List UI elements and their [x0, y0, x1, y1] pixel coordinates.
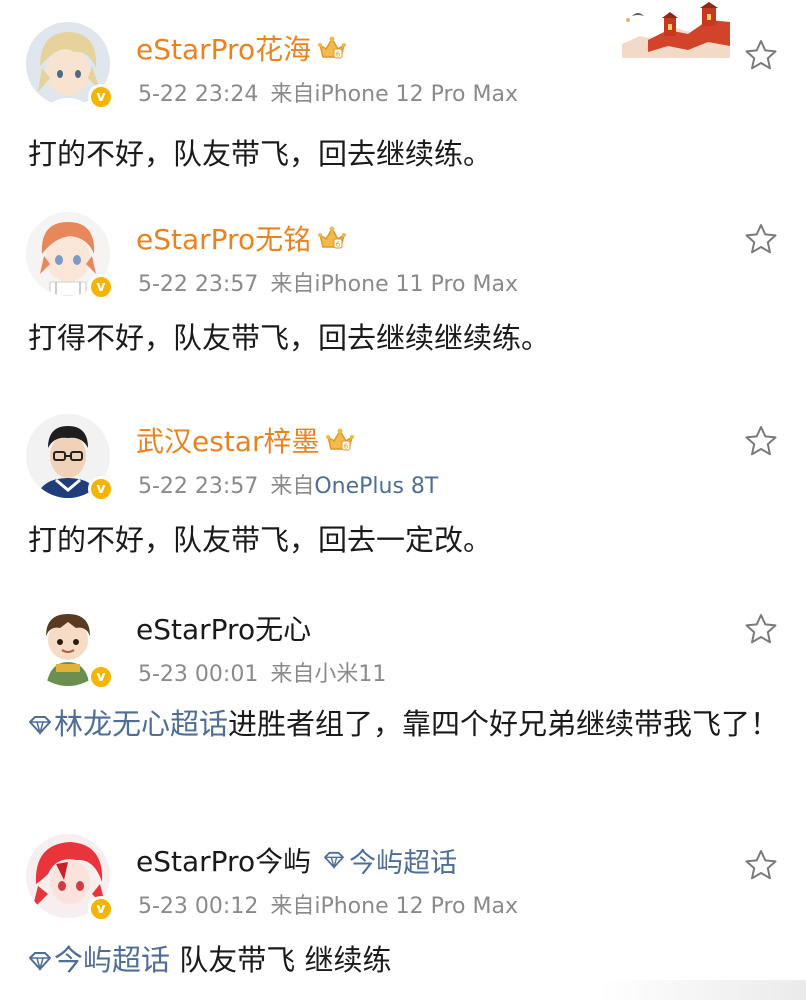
great-wall-banner-icon	[618, 0, 732, 58]
star-icon[interactable]	[744, 38, 778, 72]
post-meta: 5-22 23:57 来自iPhone 11 Pro Max	[138, 266, 518, 298]
post-meta: 5-22 23:57 来自OnePlus 8T	[138, 468, 438, 500]
avatar[interactable]: v	[26, 22, 114, 110]
source-label: 来自	[270, 662, 315, 687]
super-topic-link[interactable]: 林龙无心超话	[28, 707, 228, 741]
vip-crown-icon: 6	[326, 428, 355, 451]
source-label: 来自	[270, 894, 315, 919]
comment-body: 队友带飞 继续练	[170, 943, 392, 977]
super-topic-label: 今屿超话	[349, 847, 458, 879]
verified-badge-icon: v	[88, 896, 114, 922]
post-date: 5-22 23:57	[138, 474, 259, 499]
vip-crown-icon: 6	[318, 36, 347, 59]
username[interactable]: eStarPro无铭	[136, 218, 311, 258]
username[interactable]: eStarPro今屿	[136, 840, 311, 880]
post-date: 5-22 23:24	[138, 82, 259, 107]
avatar[interactable]: v	[26, 414, 114, 502]
comment-text: 打得不好，队友带飞，回去继续继续练。	[28, 321, 551, 355]
verified-badge-icon: v	[88, 274, 114, 300]
device-name: 小米11	[314, 662, 387, 687]
post-date: 5-23 00:12	[138, 894, 259, 919]
post-date: 5-22 23:57	[138, 272, 259, 297]
username[interactable]: 武汉estar梓墨	[136, 420, 319, 460]
avatar[interactable]: v	[26, 834, 114, 922]
username[interactable]: eStarPro无心	[136, 608, 311, 648]
comment-text: 林龙无心超话进胜者组了，靠四个好兄弟继续带我飞了！	[28, 702, 788, 746]
post-meta: 5-23 00:01 来自小米11	[138, 656, 386, 688]
vip-crown-icon: 6	[318, 226, 347, 249]
post-meta: 5-23 00:12 来自iPhone 12 Pro Max	[138, 888, 518, 920]
bottom-edge-shadow	[600, 980, 806, 1000]
svg-text:6: 6	[344, 443, 349, 451]
comment-body: 进胜者组了，靠四个好兄弟继续带我飞了！	[228, 707, 780, 741]
device-name: iPhone 11 Pro Max	[314, 272, 518, 297]
diamond-topic-icon	[29, 716, 51, 735]
super-topic-label: 林龙无心超话	[54, 707, 229, 741]
avatar[interactable]: v	[26, 602, 114, 690]
svg-text:6: 6	[336, 241, 341, 249]
verified-badge-icon: v	[88, 84, 114, 110]
name-super-topic-link[interactable]: 今屿超话	[323, 841, 457, 880]
diamond-topic-icon	[29, 952, 51, 971]
star-icon[interactable]	[744, 424, 778, 458]
source-label: 来自	[270, 82, 315, 107]
svg-text:6: 6	[336, 51, 341, 59]
verified-badge-icon: v	[88, 664, 114, 690]
super-topic-link[interactable]: 今屿超话	[28, 943, 170, 977]
comment-text: 打的不好，队友带飞，回去一定改。	[28, 523, 493, 557]
post-date: 5-23 00:01	[138, 662, 259, 687]
avatar[interactable]: v	[26, 212, 114, 300]
username[interactable]: eStarPro花海	[136, 28, 311, 68]
comment-feed: v eStarPro花海 6 5-22 23:24 来自iPhone 12 Pro…	[0, 0, 806, 1000]
source-label: 来自	[270, 474, 315, 499]
super-topic-label: 今屿超话	[54, 943, 171, 977]
post-meta: 5-22 23:24 来自iPhone 12 Pro Max	[138, 76, 518, 108]
star-icon[interactable]	[744, 612, 778, 646]
verified-badge-icon: v	[88, 476, 114, 502]
comment-text: 今屿超话 队友带飞 继续练	[28, 938, 788, 982]
comment-text: 打的不好，队友带飞，回去继续练。	[28, 137, 493, 171]
source-label: 来自	[270, 272, 315, 297]
device-name: iPhone 12 Pro Max	[314, 894, 518, 919]
device-name: iPhone 12 Pro Max	[314, 82, 518, 107]
star-icon[interactable]	[744, 222, 778, 256]
device-name[interactable]: OnePlus 8T	[314, 474, 438, 499]
star-icon[interactable]	[744, 848, 778, 882]
diamond-topic-icon	[324, 851, 344, 869]
